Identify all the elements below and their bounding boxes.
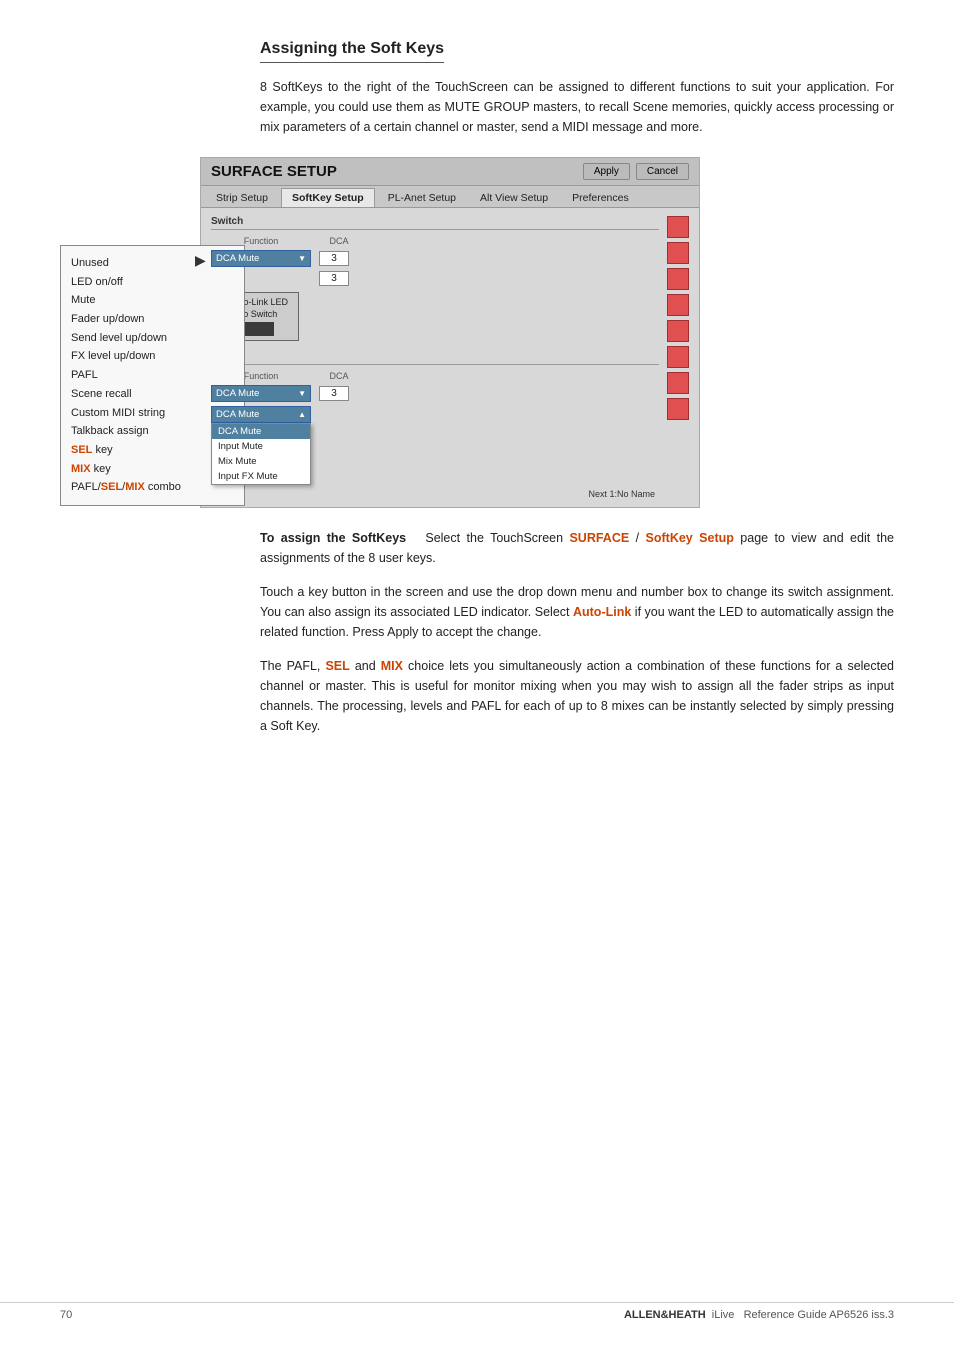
dropdown-item-dca-mute[interactable]: DCA Mute	[212, 424, 310, 439]
switch-number-box-2[interactable]: 3	[319, 271, 349, 286]
led-dropdown-open[interactable]: DCA Mute ▲	[211, 406, 311, 423]
led-dropdown-open-value: DCA Mute	[216, 409, 259, 420]
arrow-indicator: ▶	[195, 252, 206, 269]
tab-softkey-setup[interactable]: SoftKey Setup	[281, 188, 375, 207]
body-section-assign: To assign the SoftKeys Select the TouchS…	[260, 528, 894, 568]
dropdown-arrow-icon: ▼	[298, 254, 306, 263]
callout-item-unused: Unused	[71, 254, 234, 273]
callout-item-combo: PAFL/SEL/MIX combo	[71, 478, 234, 497]
ss-header-buttons: Apply Cancel	[583, 163, 689, 180]
dropdown-item-input-fx-mute[interactable]: Input FX Mute	[212, 469, 310, 484]
callout-item-led: LED on/off	[71, 273, 234, 292]
apply-button[interactable]: Apply	[583, 163, 630, 180]
tab-planet-setup[interactable]: PL-Anet Setup	[377, 188, 467, 207]
ss-right-btn-7[interactable]	[667, 372, 689, 394]
dca-col-label: DCA	[319, 236, 359, 246]
footer-product: iLive	[712, 1309, 735, 1321]
callout-item-mix: MIX key	[71, 460, 234, 479]
body-section-touch: Touch a key button in the screen and use…	[260, 582, 894, 642]
led-dropdown-arrow-icon: ▼	[298, 389, 306, 398]
ss-right-btn-5[interactable]	[667, 320, 689, 342]
switch-dropdown[interactable]: DCA Mute ▼	[211, 250, 311, 267]
auto-link-button[interactable]	[244, 322, 274, 336]
switch-number-row: 3	[211, 271, 659, 286]
ss-right-btn-8[interactable]	[667, 398, 689, 420]
mix-highlight: MIX	[71, 463, 91, 475]
callout-item-scene: Scene recall	[71, 385, 234, 404]
callout-item-send: Send level up/down	[71, 329, 234, 348]
switch-number-box-1[interactable]: 3	[319, 251, 349, 266]
ss-main-content: Switch Function DCA ▶ DCA Mute ▼	[211, 216, 659, 499]
callout-item-pafl: PAFL	[71, 366, 234, 385]
dropdown-item-input-mute[interactable]: Input Mute	[212, 439, 310, 454]
ss-right-buttons	[667, 216, 689, 499]
cancel-button[interactable]: Cancel	[636, 163, 689, 180]
auto-link-highlight: Auto-Link	[573, 605, 631, 619]
surface-highlight: SURFACE	[569, 531, 629, 545]
content-area: Assigning the Soft Keys 8 SoftKeys to th…	[260, 40, 894, 736]
led-section: LED Function DCA DCA Mute ▼ 3	[211, 351, 659, 485]
sel-highlight2: SEL	[101, 481, 122, 493]
ss-header: SURFACE SETUP Apply Cancel	[201, 158, 699, 186]
led-dropdown[interactable]: DCA Mute ▼	[211, 385, 311, 402]
footer-brand-product: ALLEN&HEATH iLive Reference Guide AP6526…	[624, 1309, 894, 1321]
callout-item-talkback: Talkback assign	[71, 422, 234, 441]
ss-tabs: Strip Setup SoftKey Setup PL-Anet Setup …	[201, 186, 699, 208]
led-number-box-1[interactable]: 3	[319, 386, 349, 401]
sel-body-highlight: SEL	[325, 659, 349, 673]
callout-item-midi: Custom MIDI string	[71, 404, 234, 423]
ss-right-btn-6[interactable]	[667, 346, 689, 368]
switch-row: ▶ DCA Mute ▼ 3	[211, 250, 659, 267]
ss-body: Switch Function DCA ▶ DCA Mute ▼	[201, 208, 699, 507]
ss-right-btn-2[interactable]	[667, 242, 689, 264]
assign-bold-label: To assign the SoftKeys	[260, 531, 406, 545]
surface-setup-panel: SURFACE SETUP Apply Cancel Strip Setup S…	[200, 157, 700, 508]
switch-section: Switch Function DCA ▶ DCA Mute ▼	[211, 216, 659, 341]
ss-right-btn-3[interactable]	[667, 268, 689, 290]
softkey-setup-highlight: SoftKey Setup	[646, 531, 734, 545]
switch-section-label: Switch	[211, 216, 659, 230]
next-badge: Next 1:No Name	[211, 489, 659, 499]
callout-item-mute: Mute	[71, 291, 234, 310]
callout-item-fader: Fader up/down	[71, 310, 234, 329]
page-number: 70	[60, 1309, 72, 1321]
led-section-label: LED	[211, 351, 659, 365]
tab-preferences[interactable]: Preferences	[561, 188, 640, 207]
led-dropdown-open-arrow-icon: ▲	[298, 410, 306, 419]
led-col-headers: Function DCA	[211, 371, 659, 381]
switch-col-headers: Function DCA	[211, 236, 659, 246]
ss-title: SURFACE SETUP	[211, 163, 337, 180]
dropdown-item-mix-mute[interactable]: Mix Mute	[212, 454, 310, 469]
ss-right-btn-1[interactable]	[667, 216, 689, 238]
footer-doc: Reference Guide AP6526 iss.3	[744, 1309, 894, 1321]
tab-strip-setup[interactable]: Strip Setup	[205, 188, 279, 207]
callout-item-sel: SEL key	[71, 441, 234, 460]
led-dropdown-value: DCA Mute	[216, 388, 259, 399]
tab-alt-view-setup[interactable]: Alt View Setup	[469, 188, 559, 207]
led-row: DCA Mute ▼ 3	[211, 385, 659, 402]
callout-item-fx: FX level up/down	[71, 347, 234, 366]
intro-text: 8 SoftKeys to the right of the TouchScre…	[260, 77, 894, 137]
footer-brand: ALLEN&HEATH	[624, 1309, 706, 1321]
led-dropdown-container: DCA Mute ▲ DCA Mute Input Mute Mix Mute …	[211, 406, 659, 485]
led-dropdown-list: DCA Mute Input Mute Mix Mute Input FX Mu…	[211, 423, 311, 485]
ss-right-btn-4[interactable]	[667, 294, 689, 316]
page-footer: 70 ALLEN&HEATH iLive Reference Guide AP6…	[0, 1302, 954, 1321]
body-section-pafl: The PAFL, SEL and MIX choice lets you si…	[260, 656, 894, 736]
led-dca-col-label: DCA	[319, 371, 359, 381]
sel-highlight: SEL	[71, 444, 92, 456]
switch-dropdown-value: DCA Mute	[216, 253, 259, 264]
mix-body-highlight: MIX	[381, 659, 403, 673]
page: Unused LED on/off Mute Fader up/down Sen…	[0, 0, 954, 1351]
page-title: Assigning the Soft Keys	[260, 40, 444, 63]
mix-highlight2: MIX	[125, 481, 145, 493]
